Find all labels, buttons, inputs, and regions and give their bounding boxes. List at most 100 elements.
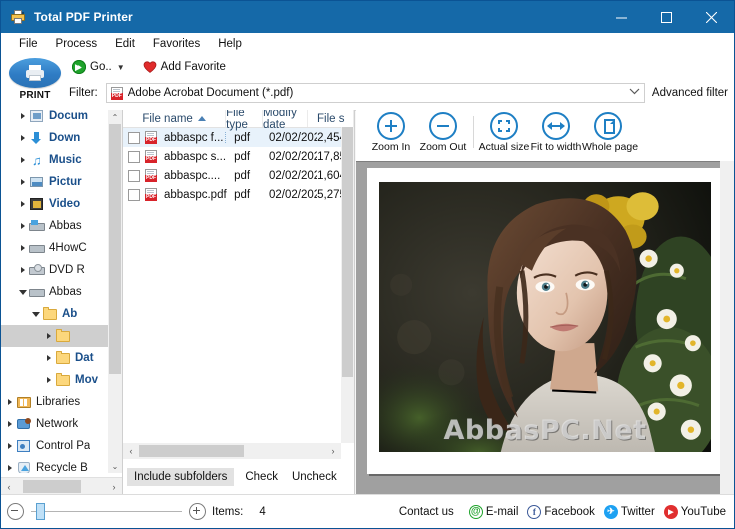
list-horizontal-scrollbar[interactable]: ‹ ›	[123, 443, 341, 459]
chevron-right-icon[interactable]	[16, 223, 29, 229]
preview-zoom-out-button[interactable]: Zoom Out	[417, 112, 469, 153]
minimize-button[interactable]	[599, 1, 644, 33]
cell-file-name: abbaspc f...	[162, 131, 227, 144]
chevron-right-icon[interactable]	[42, 333, 55, 339]
chevron-right-icon[interactable]	[16, 113, 29, 119]
preview-zoom-in-button[interactable]: Zoom In	[365, 112, 417, 153]
button-include-subfolders-0[interactable]: Include subfolders	[127, 468, 235, 486]
print-button[interactable]: PRINT	[9, 58, 61, 106]
chevron-right-icon[interactable]	[16, 135, 29, 141]
file-list-rows[interactable]: PDFabbaspc f...pdf02/02/202...2,454.1PDF…	[123, 128, 354, 204]
row-checkbox[interactable]	[128, 188, 140, 201]
tree-vertical-scrollbar[interactable]: ⌃ ⌄	[108, 110, 122, 473]
tree-item[interactable]: Abbas	[1, 281, 122, 303]
advanced-filter-link[interactable]: Advanced filter	[652, 87, 728, 99]
email-link[interactable]: @ E-mail	[468, 504, 518, 519]
chevron-right-icon[interactable]	[3, 443, 16, 449]
tree-item[interactable]: Recycle B	[1, 457, 122, 473]
preview-fit-to-width-button[interactable]: Fit to width	[530, 112, 582, 153]
tree-item[interactable]: 4HowC	[1, 237, 122, 259]
chevron-right-icon[interactable]	[3, 465, 16, 471]
row-checkbox[interactable]	[128, 150, 140, 163]
tree-scroll-down-button[interactable]: ⌄	[108, 459, 122, 473]
tree-item[interactable]: Dat	[1, 347, 122, 369]
filter-select[interactable]: PDF Adobe Acrobat Document (*.pdf)	[105, 83, 645, 103]
table-row[interactable]: PDFabbaspc.pdfpdf02/02/202...5,275.2	[123, 185, 354, 204]
tree-hscroll-track[interactable]	[17, 478, 106, 495]
row-checkbox[interactable]	[128, 131, 140, 144]
preview-whole-page-button[interactable]: Whole page	[582, 112, 638, 153]
button-check-3[interactable]: Check	[348, 468, 354, 486]
tree-scroll-right-button[interactable]: ›	[106, 478, 122, 495]
tree-item[interactable]: Network	[1, 413, 122, 435]
tree-hscroll-thumb[interactable]	[23, 480, 81, 493]
chevron-right-icon[interactable]	[3, 421, 16, 427]
preview-actual-size-button[interactable]: Actual size	[478, 112, 530, 153]
close-button[interactable]	[689, 1, 734, 33]
tree-scroll-left-button[interactable]: ‹	[1, 478, 17, 495]
tree-item[interactable]: Docum	[1, 110, 122, 127]
table-row[interactable]: PDFabbaspc s...pdf02/02/202...17,859	[123, 147, 354, 166]
button-uncheck-2[interactable]: Uncheck	[285, 468, 344, 486]
folder-tree[interactable]: Docum Down ♫ Music Pictur Video Abbas 4HowC DVD …	[1, 110, 122, 473]
chevron-right-icon[interactable]	[42, 377, 55, 383]
tree-item[interactable]: Abbas	[1, 215, 122, 237]
chevron-down-icon[interactable]	[29, 311, 42, 317]
tree-item[interactable]: DVD R	[1, 259, 122, 281]
tree-item[interactable]: ♫ Music	[1, 149, 122, 171]
column-header-modify-date[interactable]: Modify date	[263, 110, 309, 131]
zoom-in-button[interactable]	[189, 503, 206, 520]
tree-item[interactable]: Libraries	[1, 391, 122, 413]
contact-us-link[interactable]: Contact us	[399, 506, 454, 518]
facebook-link[interactable]: f Facebook	[527, 504, 595, 519]
table-row[interactable]: PDFabbaspc....pdf02/02/202...1,604.0	[123, 166, 354, 185]
menu-process[interactable]: Process	[47, 36, 107, 52]
list-scroll-right-button[interactable]: ›	[325, 443, 341, 460]
chevron-right-icon[interactable]	[3, 399, 16, 405]
maximize-button[interactable]	[644, 1, 689, 33]
tree-scroll-up-button[interactable]: ⌃	[108, 110, 122, 124]
tree-item[interactable]: Mov	[1, 369, 122, 391]
zoom-slider[interactable]	[1, 503, 206, 520]
chevron-right-icon[interactable]	[16, 245, 29, 251]
add-favorite-button[interactable]: Add Favorite	[140, 59, 229, 75]
tree-item[interactable]: Control Pa	[1, 435, 122, 457]
chevron-right-icon[interactable]	[42, 355, 55, 361]
menu-help[interactable]: Help	[209, 36, 251, 52]
tree-item[interactable]: Down	[1, 127, 122, 149]
chevron-down-icon[interactable]	[16, 289, 29, 295]
twitter-link[interactable]: ✈ Twitter	[603, 504, 655, 519]
tree-vscroll-thumb[interactable]	[109, 124, 121, 374]
menu-edit[interactable]: Edit	[106, 36, 144, 52]
tree-item[interactable]	[1, 325, 122, 347]
tree-item[interactable]: Pictur	[1, 171, 122, 193]
column-header-file-s[interactable]: File s	[308, 110, 354, 127]
chevron-down-icon[interactable]	[629, 87, 640, 98]
table-row[interactable]: PDFabbaspc f...pdf02/02/202...2,454.1	[123, 128, 354, 147]
menu-file[interactable]: File	[10, 36, 47, 52]
list-hscroll-thumb[interactable]	[139, 445, 244, 457]
chevron-right-icon[interactable]	[16, 267, 29, 273]
chevron-down-icon[interactable]: ▼	[117, 63, 125, 72]
go-button[interactable]: ▶ Go.. ▼	[69, 59, 128, 75]
column-header-file-type[interactable]: File type	[226, 110, 263, 131]
button-check-1[interactable]: Check	[238, 468, 285, 486]
chevron-right-icon[interactable]	[16, 201, 29, 207]
tree-horizontal-scrollbar[interactable]: ‹ ›	[1, 477, 122, 495]
list-vertical-scrollbar[interactable]	[341, 127, 354, 443]
tree-item[interactable]: Ab	[1, 303, 122, 325]
preview-body[interactable]: AbbasPC.Net	[356, 161, 734, 495]
list-scroll-left-button[interactable]: ‹	[123, 443, 139, 460]
zoom-slider-thumb[interactable]	[36, 503, 45, 520]
row-checkbox[interactable]	[128, 169, 140, 182]
chevron-right-icon[interactable]	[16, 157, 29, 163]
zoom-slider-track[interactable]	[31, 503, 182, 520]
youtube-link[interactable]: ▶ YouTube	[663, 504, 726, 519]
chevron-right-icon[interactable]	[16, 179, 29, 185]
zoom-out-button[interactable]	[7, 503, 24, 520]
preview-vertical-scrollbar[interactable]	[720, 161, 734, 495]
menu-favorites[interactable]: Favorites	[144, 36, 209, 52]
column-header-file-name[interactable]: File name	[123, 110, 227, 127]
list-vscroll-thumb[interactable]	[342, 127, 353, 377]
tree-item[interactable]: Video	[1, 193, 122, 215]
